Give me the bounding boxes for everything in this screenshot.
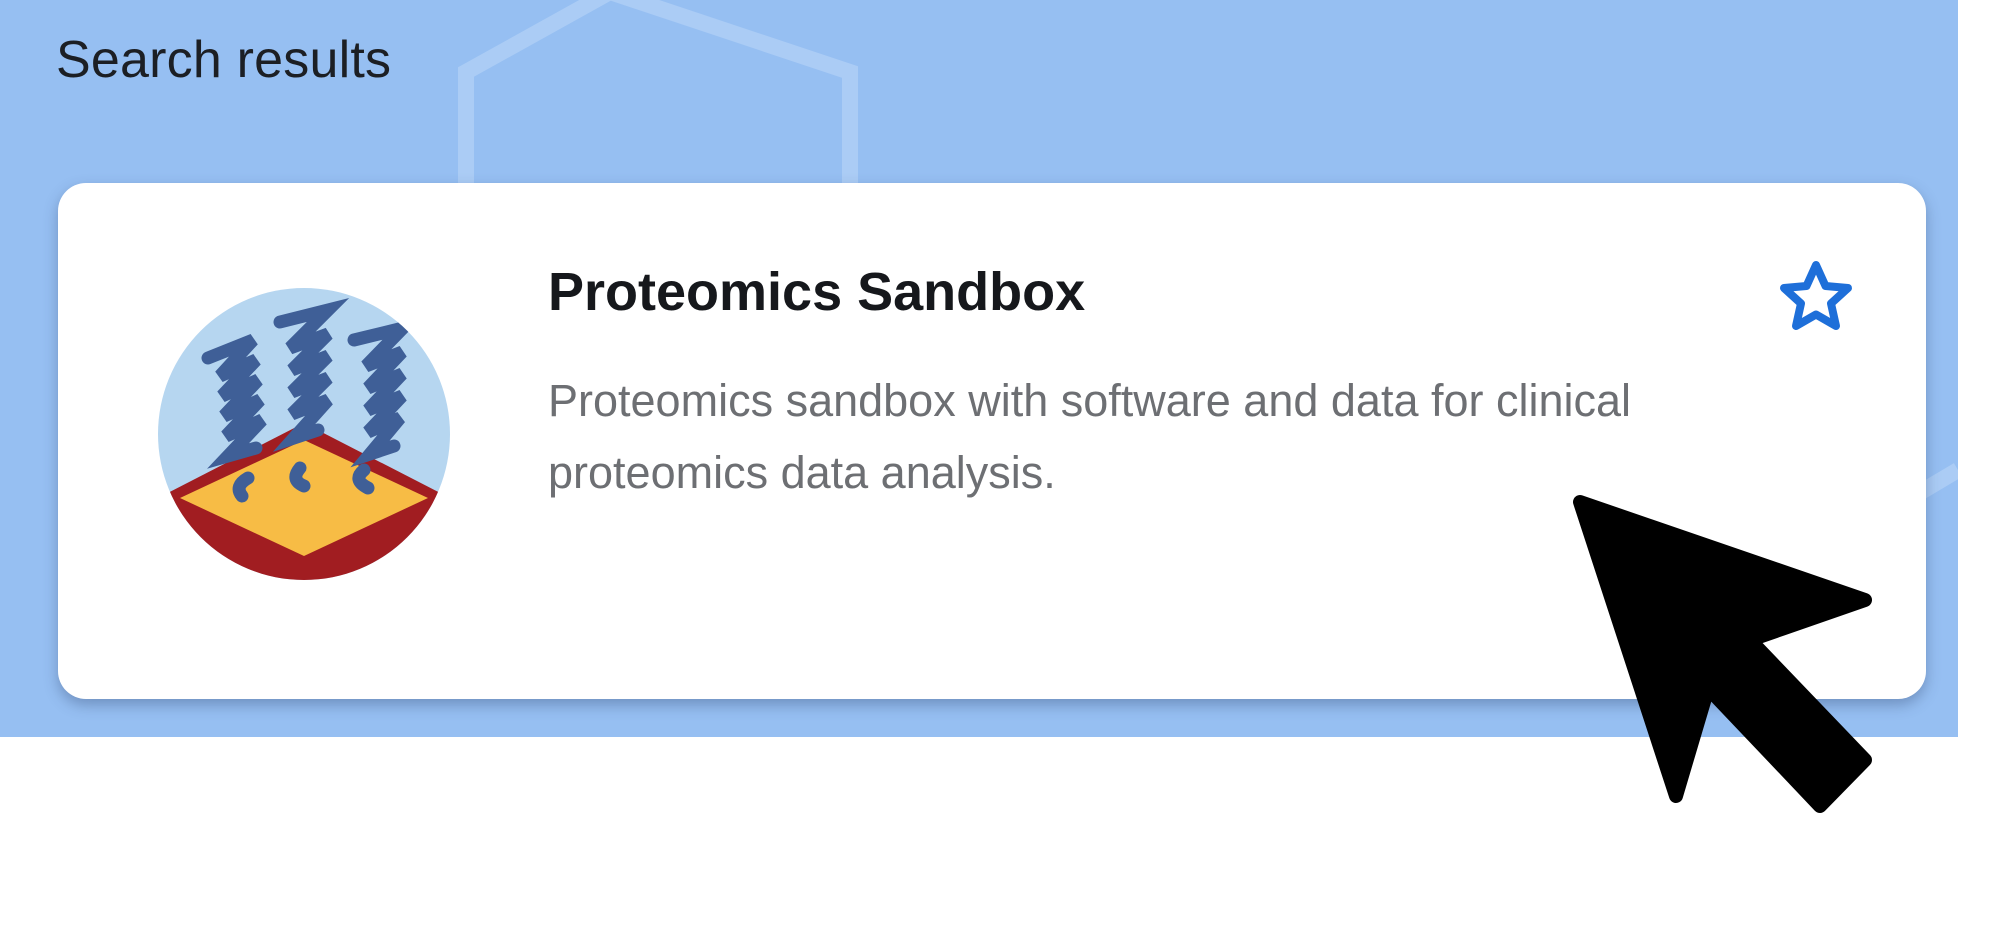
card-description: Proteomics sandbox with software and dat… — [548, 375, 1632, 498]
favorite-button[interactable] — [1778, 259, 1854, 335]
search-results-panel: Search results Proteomics Sandbox Proteo… — [0, 0, 1958, 737]
result-card[interactable]: Proteomics Sandbox Proteomics sandbox wi… — [58, 183, 1926, 699]
page-title: Search results — [56, 31, 392, 89]
protein-helices-on-membrane-icon — [158, 288, 450, 580]
card-title[interactable]: Proteomics Sandbox — [548, 261, 1085, 323]
star-outline-icon — [1780, 261, 1852, 330]
